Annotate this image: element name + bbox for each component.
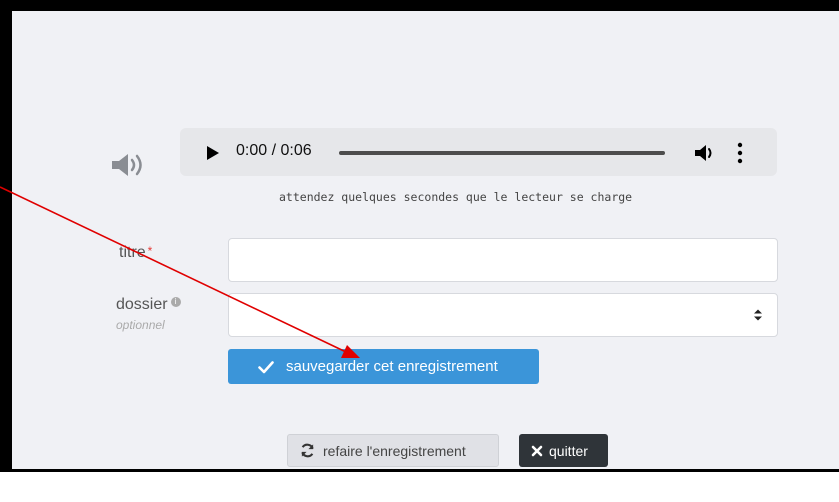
redo-button-label: refaire l'enregistrement [323,442,466,459]
save-button[interactable]: sauvegarder cet enregistrement [228,349,539,384]
redo-recording-button[interactable]: refaire l'enregistrement [287,434,499,467]
more-options-icon[interactable] [736,142,744,164]
refresh-icon [301,443,314,458]
recording-panel: 0:00 / 0:06 attendez quelques secondes q… [12,11,839,469]
quit-button-label: quitter [549,442,588,459]
bottom-frame-line [0,469,839,472]
folder-select[interactable] [228,293,778,337]
required-mark: * [147,244,153,258]
progress-bar[interactable] [339,151,665,155]
check-icon [258,360,274,373]
play-icon[interactable] [206,145,220,161]
loading-hint: attendez quelques secondes que le lecteu… [279,190,633,204]
time-display: 0:00 / 0:06 [236,142,312,159]
quit-button[interactable]: quitter [519,434,608,467]
close-icon [531,445,543,456]
select-arrows-icon [754,309,762,321]
volume-icon[interactable] [694,143,716,163]
folder-label: dossier i [116,296,181,314]
folder-label-text: dossier [116,296,168,313]
optional-note: optionnel [116,318,165,332]
save-button-label: sauvegarder cet enregistrement [286,358,498,375]
info-icon[interactable]: i [170,297,181,307]
bottom-strip [0,469,839,502]
audio-player[interactable]: 0:00 / 0:06 [180,128,777,176]
title-label: titre * [119,244,152,262]
title-input[interactable] [228,238,778,282]
speaker-icon [112,154,142,176]
title-label-text: titre [119,244,146,261]
